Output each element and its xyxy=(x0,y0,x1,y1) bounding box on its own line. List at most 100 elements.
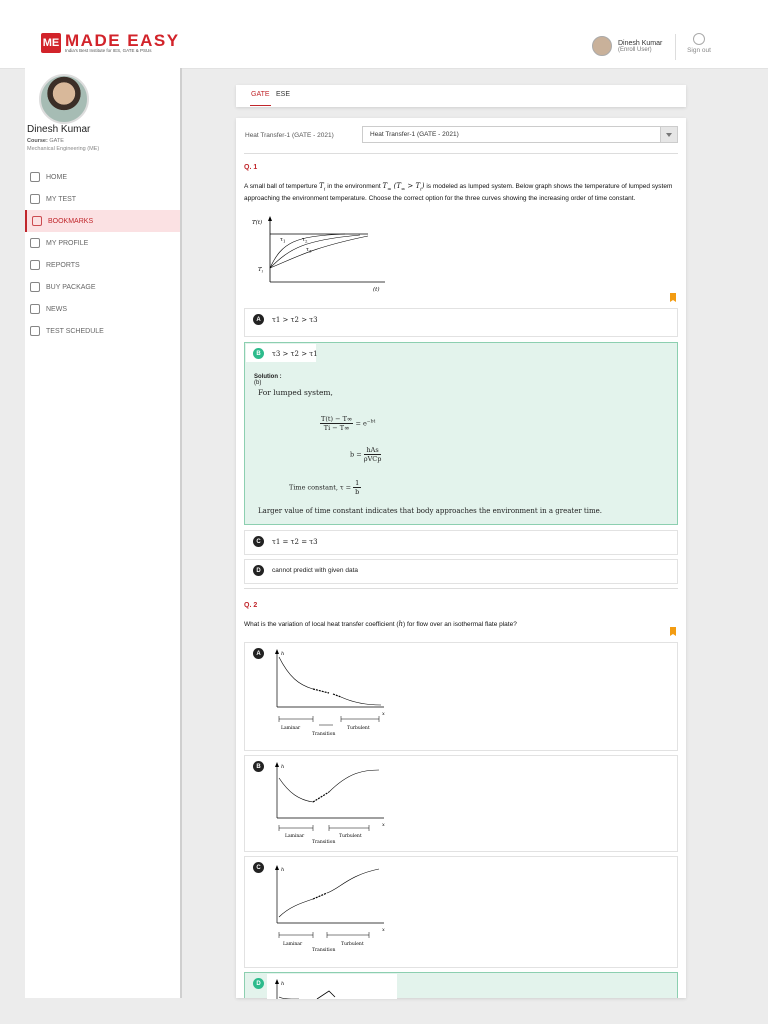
svg-text:Transition: Transition xyxy=(312,839,335,845)
sidebar-item-home[interactable]: HOME xyxy=(25,166,180,188)
option-d-correct[interactable]: D h xyxy=(244,972,678,999)
graph-start-label: Ti xyxy=(258,267,264,274)
option-c[interactable]: C h x Laminar Transition Turbulent xyxy=(244,856,678,968)
paper-label: Heat Transfer-1 (GATE - 2021) xyxy=(245,132,334,139)
bookmark-icon xyxy=(32,216,42,226)
curve-label-1: τ1 xyxy=(280,237,286,244)
svg-text:Turbulent: Turbulent xyxy=(347,725,370,731)
svg-text:Turbulent: Turbulent xyxy=(339,833,362,839)
lumped-temperature-graph: T(t) (t) Ti τ1 τ2 τ3 xyxy=(252,216,385,293)
option-text: τ1 > τ2 > τ3 xyxy=(272,316,318,324)
sidebar-item-bookmarks[interactable]: BOOKMARKS xyxy=(25,210,180,232)
bookmark-icon[interactable] xyxy=(670,293,676,302)
option-badge: B xyxy=(253,348,264,359)
sidebar-item-reports[interactable]: REPORTS xyxy=(25,254,180,276)
option-a[interactable]: A h x Laminar Transition Turbulent xyxy=(244,642,678,751)
svg-text:h: h xyxy=(281,981,284,987)
paper-select[interactable]: Heat Transfer-1 (GATE - 2021) xyxy=(362,126,678,143)
user-icon xyxy=(30,238,40,248)
svg-text:h: h xyxy=(281,764,284,770)
question-number: Q. 1 xyxy=(244,164,258,171)
option-a[interactable]: A τ1 > τ2 > τ3 xyxy=(244,308,678,337)
graph-option-a: h x Laminar Transition Turbulent xyxy=(275,649,385,737)
svg-text:Laminar: Laminar xyxy=(285,833,305,839)
sign-out-button[interactable]: Sign out xyxy=(684,33,714,54)
graph-option-c: h x Laminar Transition Turbulent xyxy=(275,865,385,953)
logo-name: MADE EASY xyxy=(65,31,180,50)
equation-3: Time constant, τ = 1b xyxy=(289,479,362,496)
sidebar-item-my-profile[interactable]: MY PROFILE xyxy=(25,232,180,254)
logo-mark: ME xyxy=(41,33,61,53)
graph-y-label: T(t) xyxy=(252,219,262,226)
svg-text:x: x xyxy=(382,711,385,717)
option-text: τ3 > τ2 > τ1 xyxy=(272,350,318,358)
curve-label-3: τ3 xyxy=(306,247,312,254)
test-icon xyxy=(30,194,40,204)
chevron-down-icon xyxy=(660,127,677,142)
svg-text:Laminar: Laminar xyxy=(281,725,301,731)
header-user-role: (Enroll User) xyxy=(618,46,652,53)
svg-text:x: x xyxy=(382,927,385,933)
sign-out-label: Sign out xyxy=(687,47,711,54)
tab-ese[interactable]: ESE xyxy=(276,91,290,98)
top-bar: ME MADE EASY India's Best Institute for … xyxy=(0,0,768,69)
schedule-icon xyxy=(30,326,40,336)
curve-label-2: τ2 xyxy=(302,237,308,244)
solution-conclusion: Larger value of time constant indicates … xyxy=(258,507,602,515)
header-user[interactable]: Dinesh Kumar (Enroll User) xyxy=(592,36,662,56)
sidebar-item-news[interactable]: NEWS xyxy=(25,298,180,320)
option-badge: C xyxy=(253,862,264,873)
svg-text:Transition: Transition xyxy=(312,947,335,953)
option-text: τ1 = τ2 = τ3 xyxy=(272,538,318,546)
divider xyxy=(244,588,678,589)
option-b-correct[interactable]: B τ3 > τ2 > τ1 Solution : (b) For lumped… xyxy=(244,342,678,525)
option-c[interactable]: C τ1 = τ2 = τ3 xyxy=(244,530,678,555)
option-badge: D xyxy=(253,978,264,989)
divider xyxy=(244,153,678,154)
equation-2: b = hAs ρVCp xyxy=(350,446,382,463)
question-number: Q. 2 xyxy=(244,602,258,609)
cart-icon xyxy=(30,282,40,292)
sidebar-item-my-test[interactable]: MY TEST xyxy=(25,188,180,210)
home-icon xyxy=(30,172,40,182)
option-badge: D xyxy=(253,565,264,576)
graph-option-b: h x Laminar Transition Turbulent xyxy=(275,762,385,845)
question-text: What is the variation of local heat tran… xyxy=(244,620,517,628)
solution-answer: (b) xyxy=(254,380,262,386)
option-badge: C xyxy=(253,536,264,547)
svg-text:h: h xyxy=(281,867,284,873)
sidebar-item-test-schedule[interactable]: TEST SCHEDULE xyxy=(25,320,180,342)
sidebar-item-buy-package[interactable]: BUY PACKAGE xyxy=(25,276,180,298)
news-icon xyxy=(30,304,40,314)
avatar xyxy=(39,74,89,124)
paper-select-value: Heat Transfer-1 (GATE - 2021) xyxy=(370,131,459,138)
header-divider xyxy=(675,34,676,60)
exam-tabs: GATE ESE xyxy=(236,85,686,107)
power-icon xyxy=(693,33,705,45)
option-badge: A xyxy=(253,648,264,659)
option-b[interactable]: B h x Laminar Transition Turbulent xyxy=(244,755,678,852)
svg-text:h: h xyxy=(281,651,284,657)
graph-option-d: h xyxy=(275,979,336,999)
solution-block: Solution : (b) For lumped system, T(t) −… xyxy=(254,374,674,515)
sidebar-menu: HOME MY TEST BOOKMARKS MY PROFILE REPORT… xyxy=(25,166,180,342)
tab-gate[interactable]: GATE xyxy=(250,91,271,106)
graph-x-label: (t) xyxy=(373,286,380,293)
svg-text:Turbulent: Turbulent xyxy=(341,941,364,947)
profile-course: Course: GATE xyxy=(27,138,64,144)
made-easy-logo[interactable]: ME MADE EASY India's Best Institute for … xyxy=(41,31,180,53)
questions-card: Heat Transfer-1 (GATE - 2021) Heat Trans… xyxy=(236,118,686,999)
question-text: A small ball of temperture Ti in the env… xyxy=(244,182,673,203)
profile-branch: Mechanical Engineering (ME) xyxy=(27,146,100,152)
option-badge: A xyxy=(253,314,264,325)
svg-text:Laminar: Laminar xyxy=(283,941,303,947)
equation-1: T(t) − T∞ Ti − T∞ = e−bt xyxy=(320,415,376,432)
header-avatar xyxy=(592,36,612,56)
pie-chart-icon xyxy=(30,260,40,270)
bookmark-icon[interactable] xyxy=(670,627,676,636)
profile-name: Dinesh Kumar xyxy=(27,124,91,135)
header-user-name: Dinesh Kumar xyxy=(618,39,663,47)
option-d[interactable]: D cannot predict with given data xyxy=(244,559,678,584)
solution-line: For lumped system, xyxy=(258,388,333,397)
svg-text:Transition: Transition xyxy=(312,731,335,737)
